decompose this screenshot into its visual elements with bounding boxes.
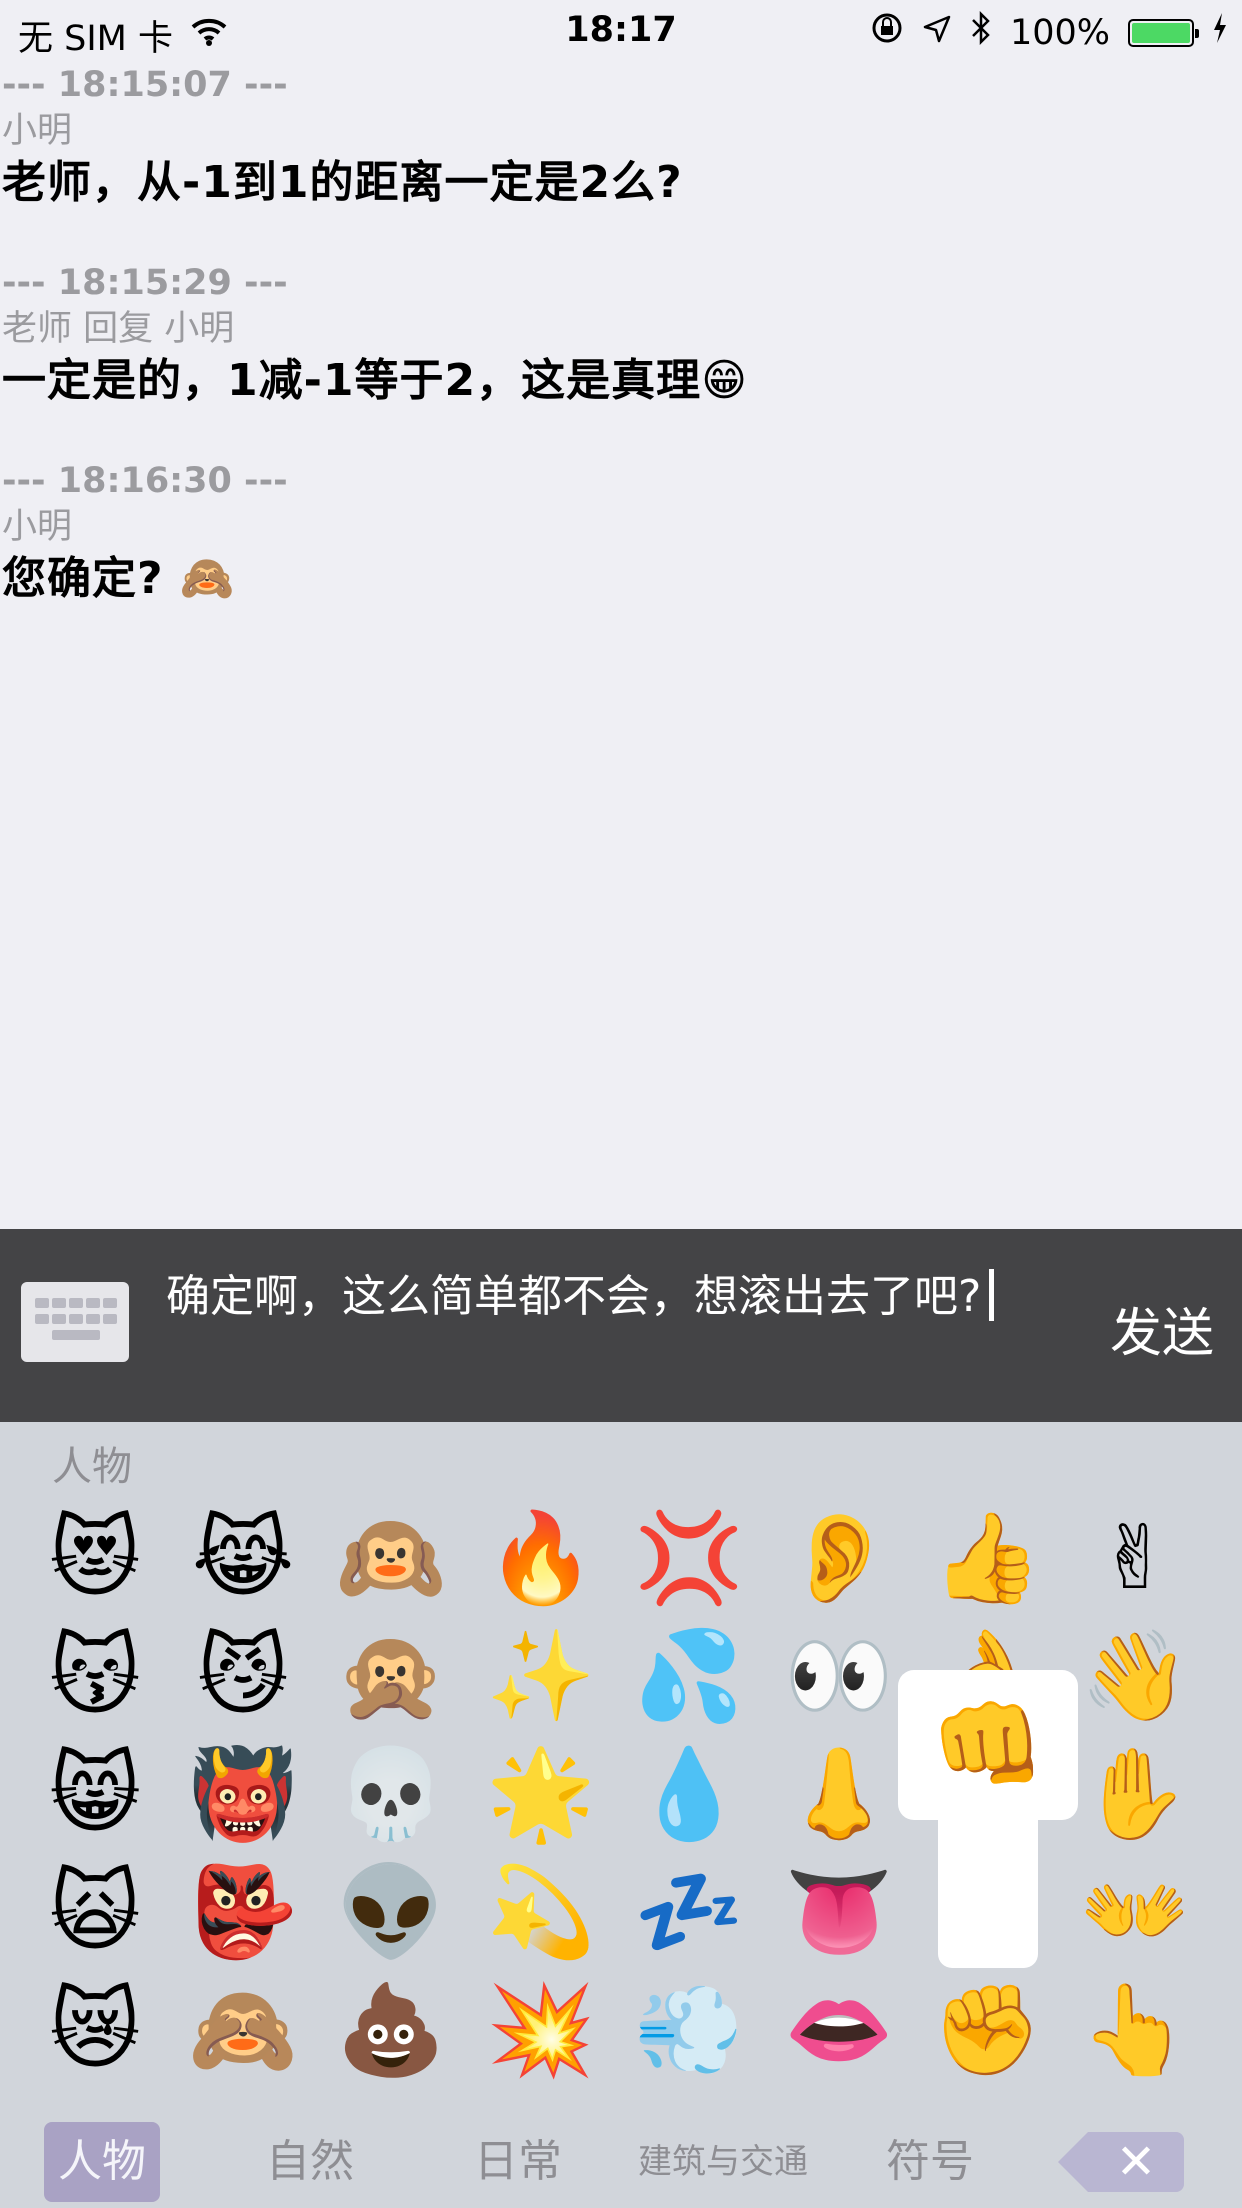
emoji-key[interactable]: ✊ bbox=[922, 1980, 1052, 2080]
emoji-key[interactable]: 😽 bbox=[30, 1626, 160, 1726]
emoji-key[interactable]: 💨 bbox=[624, 1980, 754, 2080]
message-input[interactable]: 确定啊，这么简单都不会，想滚出去了吧? bbox=[166, 1269, 1016, 1325]
emoji-key[interactable]: 😿 bbox=[30, 1980, 160, 2080]
emoji-key[interactable]: 👆 bbox=[1070, 1980, 1200, 2080]
tab-daily[interactable]: 日常 bbox=[448, 2122, 588, 2202]
message-timestamp: --- 18:15:29 --- bbox=[2, 263, 288, 303]
message: --- 18:15:29 --- 老师 回复 小明 一定是的，1减-1等于2，这… bbox=[0, 260, 1242, 410]
message-timestamp: --- 18:15:07 --- bbox=[2, 65, 288, 105]
preview-stem bbox=[938, 1790, 1038, 1968]
emoji-category-tabs: 人物 自然 日常 建筑与交通 符号 ✕ bbox=[0, 2122, 1242, 2208]
rotation-lock-icon bbox=[870, 11, 904, 54]
emoji-key[interactable]: 👹 bbox=[178, 1744, 308, 1844]
status-right: 100% bbox=[870, 10, 1228, 55]
keyboard-key-glyph bbox=[86, 1298, 100, 1308]
keyboard-key-glyph bbox=[35, 1314, 49, 1324]
message-text: 您确定? 🙈 bbox=[2, 553, 236, 604]
text-caret bbox=[989, 1269, 995, 1321]
keyboard-key-glyph bbox=[103, 1314, 117, 1324]
emoji-key[interactable]: ✌ bbox=[1070, 1508, 1200, 1608]
preview-emoji: 👊 bbox=[930, 1691, 1046, 1798]
tab-nature[interactable]: 自然 bbox=[240, 2122, 380, 2202]
emoji-key[interactable]: 👺 bbox=[178, 1862, 308, 1962]
emoji-key[interactable]: 🙈 bbox=[178, 1980, 308, 2080]
message: --- 18:15:07 --- 小明 老师，从-1到1的距离一定是2么? bbox=[0, 62, 1242, 212]
battery-fill bbox=[1132, 22, 1190, 43]
emoji-key[interactable]: 💦 bbox=[624, 1626, 754, 1726]
emoji-key[interactable]: 🙉 bbox=[326, 1508, 456, 1608]
emoji-key[interactable]: 💩 bbox=[326, 1980, 456, 2080]
emoji-key[interactable]: 🙊 bbox=[326, 1626, 456, 1726]
delete-button[interactable]: ✕ bbox=[1058, 2132, 1184, 2192]
tab-people[interactable]: 人物 bbox=[44, 2122, 160, 2202]
keyboard-key-glyph bbox=[35, 1298, 49, 1308]
keyboard-key-glyph bbox=[52, 1298, 66, 1308]
emoji-key[interactable]: 💤 bbox=[624, 1862, 754, 1962]
keyboard-toggle-icon[interactable] bbox=[21, 1282, 129, 1362]
emoji-key[interactable]: 👐 bbox=[1070, 1862, 1200, 1962]
emoji-category-title: 人物 bbox=[52, 1444, 132, 1490]
input-bar: 确定啊，这么简单都不会，想滚出去了吧? 发送 bbox=[0, 1229, 1242, 1422]
emoji-key[interactable]: 🔥 bbox=[476, 1508, 606, 1608]
battery-icon bbox=[1128, 18, 1199, 47]
emoji-key[interactable]: 😻 bbox=[30, 1508, 160, 1608]
emoji-key-preview: 👊 bbox=[898, 1670, 1078, 1968]
message-text: 一定是的，1减-1等于2，这是真理😁 bbox=[2, 355, 748, 406]
emoji-key[interactable]: ✨ bbox=[476, 1626, 606, 1726]
message-sender: 老师 回复 小明 bbox=[2, 309, 235, 349]
emoji-key[interactable]: 🙀 bbox=[30, 1862, 160, 1962]
emoji-key[interactable]: 👋 bbox=[1070, 1626, 1200, 1726]
keyboard-key-glyph bbox=[69, 1314, 83, 1324]
message: --- 18:16:30 --- 小明 您确定? 🙈 bbox=[0, 458, 1242, 608]
battery-label: 100% bbox=[1009, 12, 1110, 53]
keyboard-key-glyph bbox=[69, 1298, 83, 1308]
emoji-key[interactable]: 💫 bbox=[476, 1862, 606, 1962]
emoji-key[interactable]: ✋ bbox=[1070, 1744, 1200, 1844]
delete-icon: ✕ bbox=[1115, 2134, 1157, 2190]
emoji-key[interactable]: 👀 bbox=[774, 1626, 904, 1726]
keyboard-key-glyph bbox=[86, 1314, 100, 1324]
emoji-key[interactable]: 💢 bbox=[624, 1508, 754, 1608]
emoji-key[interactable]: 😹 bbox=[178, 1508, 308, 1608]
emoji-key[interactable]: 💧 bbox=[624, 1744, 754, 1844]
bluetooth-icon bbox=[970, 10, 992, 55]
emoji-key[interactable]: 🌟 bbox=[476, 1744, 606, 1844]
emoji-key[interactable]: 👅 bbox=[774, 1862, 904, 1962]
tab-symbols[interactable]: 符号 bbox=[860, 2122, 1000, 2202]
emoji-key[interactable]: 😼 bbox=[178, 1626, 308, 1726]
status-bar: 无 SIM 卡 18:17 100% bbox=[0, 0, 1242, 62]
keyboard-key-glyph bbox=[52, 1314, 66, 1324]
chat-log: --- 18:15:07 --- 小明 老师，从-1到1的距离一定是2么? --… bbox=[0, 62, 1242, 656]
charging-icon bbox=[1212, 12, 1228, 53]
message-timestamp: --- 18:16:30 --- bbox=[2, 461, 288, 501]
emoji-key[interactable]: 😸 bbox=[30, 1744, 160, 1844]
emoji-key[interactable]: 💀 bbox=[326, 1744, 456, 1844]
emoji-key[interactable]: 👽 bbox=[326, 1862, 456, 1962]
emoji-key[interactable]: 👂 bbox=[774, 1508, 904, 1608]
message-text: 老师，从-1到1的距离一定是2么? bbox=[2, 157, 683, 208]
keyboard-key-glyph bbox=[52, 1330, 100, 1340]
emoji-key[interactable]: 👃 bbox=[774, 1744, 904, 1844]
location-icon bbox=[922, 13, 952, 53]
send-button[interactable]: 发送 bbox=[1110, 1291, 1214, 1366]
tab-buildings-transport[interactable]: 建筑与交通 bbox=[628, 2122, 818, 2202]
emoji-key[interactable]: 👍 bbox=[922, 1508, 1052, 1608]
message-input-text: 确定啊，这么简单都不会，想滚出去了吧? bbox=[166, 1271, 982, 1322]
emoji-key[interactable]: 👄 bbox=[774, 1980, 904, 2080]
message-sender: 小明 bbox=[2, 507, 73, 547]
emoji-key[interactable]: 💥 bbox=[476, 1980, 606, 2080]
keyboard-key-glyph bbox=[103, 1298, 117, 1308]
message-sender: 小明 bbox=[2, 111, 73, 151]
